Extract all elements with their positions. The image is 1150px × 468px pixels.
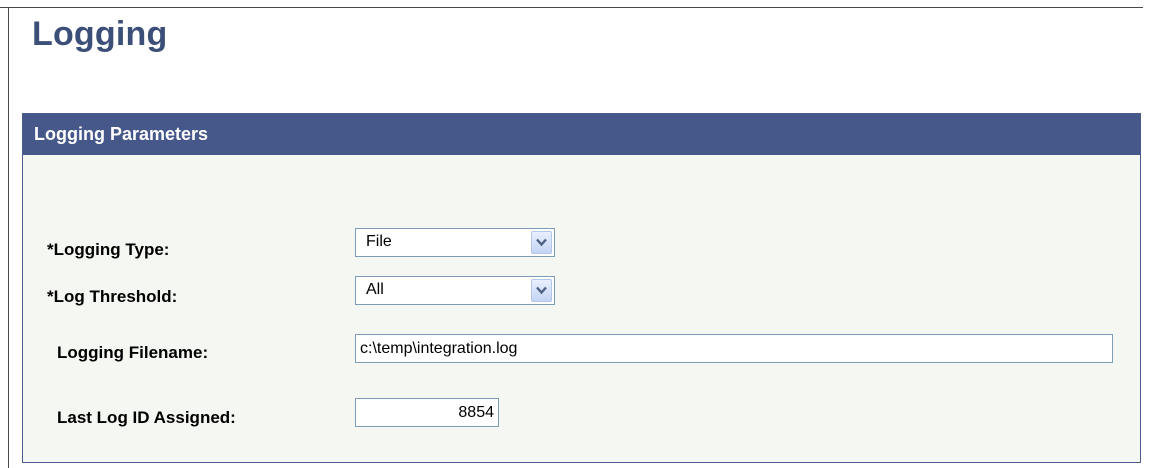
- log-threshold-label: *Log Threshold:: [47, 287, 178, 306]
- logging-filename-label: Logging Filename:: [57, 343, 209, 362]
- last-log-id-value: 8854: [355, 398, 499, 427]
- logging-type-select[interactable]: File: [355, 228, 555, 257]
- page-title: Logging: [32, 15, 168, 53]
- log-threshold-value: All: [366, 281, 384, 298]
- logging-filename-input[interactable]: c:\temp\integration.log: [355, 334, 1113, 363]
- last-log-id-label: Last Log ID Assigned:: [57, 408, 236, 427]
- log-threshold-select[interactable]: All: [355, 276, 555, 305]
- frame-left-border: [8, 7, 9, 468]
- logging-type-value: File: [366, 233, 392, 250]
- logging-type-label: *Logging Type:: [47, 240, 170, 259]
- frame-top-border: [0, 7, 1143, 8]
- chevron-down-icon[interactable]: [531, 231, 552, 254]
- chevron-down-icon[interactable]: [531, 279, 552, 302]
- group-header: Logging Parameters: [23, 114, 1140, 155]
